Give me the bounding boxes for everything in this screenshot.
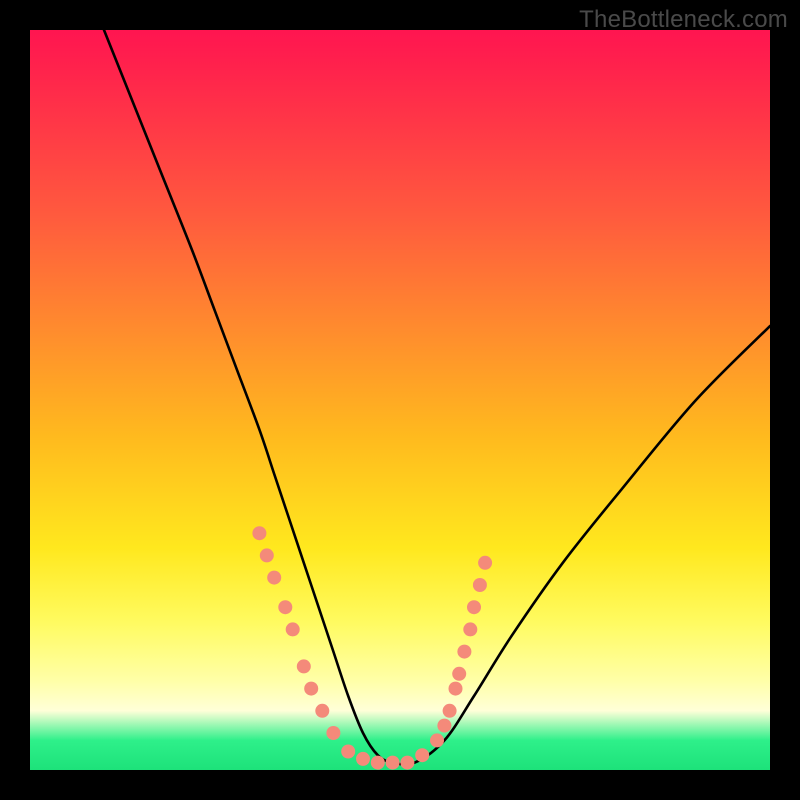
chart-svg (30, 30, 770, 770)
data-marker (267, 571, 281, 585)
data-marker (467, 600, 481, 614)
data-marker (430, 733, 444, 747)
data-marker (278, 600, 292, 614)
data-marker (260, 548, 274, 562)
data-marker (286, 622, 300, 636)
data-marker (315, 704, 329, 718)
data-marker (326, 726, 340, 740)
plot-area (30, 30, 770, 770)
data-marker (400, 756, 414, 770)
data-marker (371, 756, 385, 770)
data-marker (437, 719, 451, 733)
data-marker (356, 752, 370, 766)
data-marker (252, 526, 266, 540)
data-marker (463, 622, 477, 636)
chart-frame: TheBottleneck.com (0, 0, 800, 800)
data-marker (449, 682, 463, 696)
data-marker (473, 578, 487, 592)
data-marker (304, 682, 318, 696)
data-marker (452, 667, 466, 681)
bottleneck-curve (104, 30, 770, 765)
data-marker (386, 756, 400, 770)
data-marker (443, 704, 457, 718)
data-marker (297, 659, 311, 673)
data-marker (415, 748, 429, 762)
marker-group (252, 526, 492, 769)
data-marker (478, 556, 492, 570)
data-marker (341, 745, 355, 759)
data-marker (457, 645, 471, 659)
